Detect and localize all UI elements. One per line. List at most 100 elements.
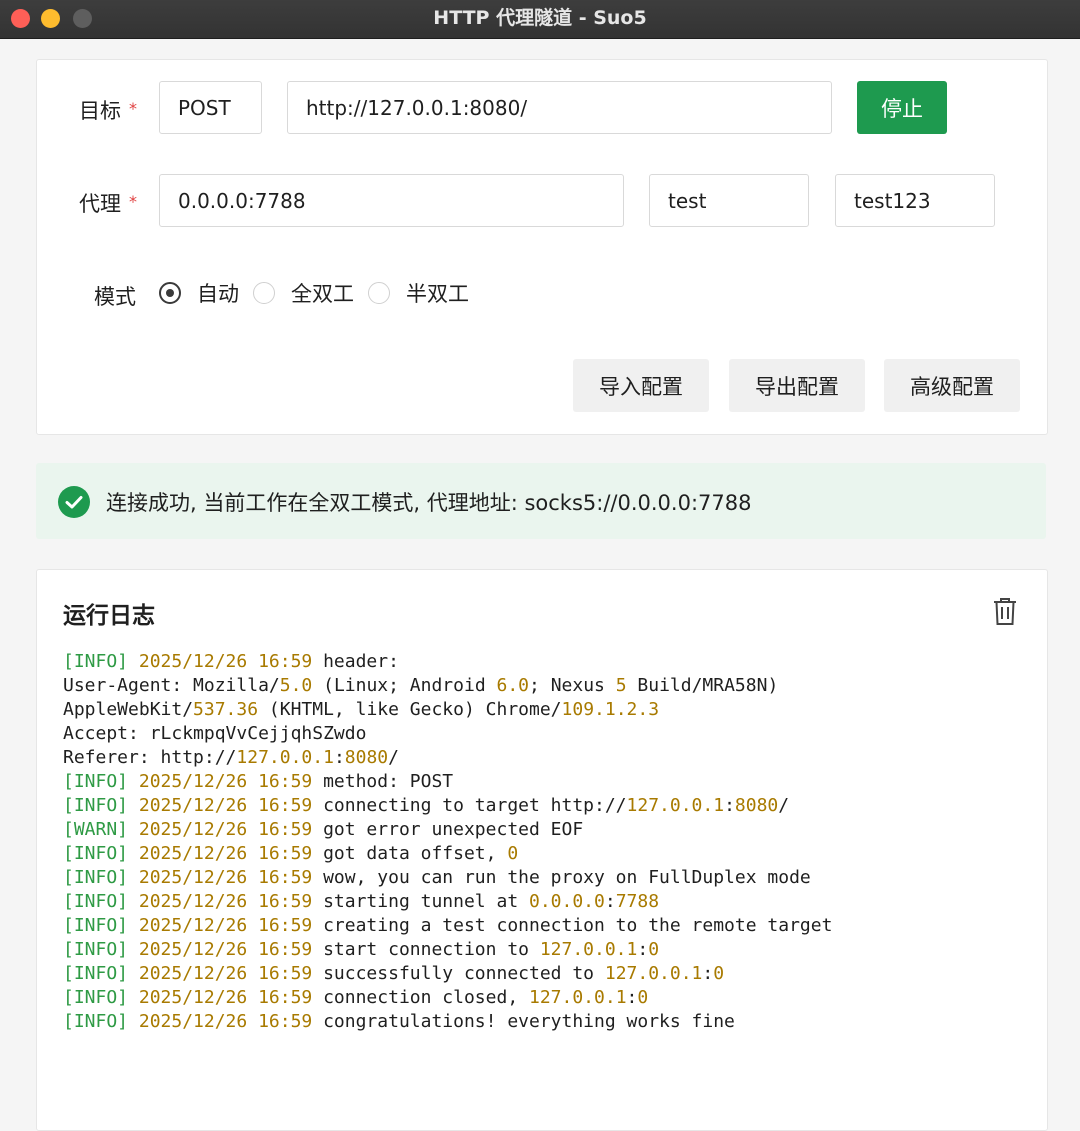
log-level: [WARN]: [63, 819, 139, 840]
log-line: [INFO] 2025/12/26 16:59 creating a test …: [63, 914, 1023, 938]
log-text: :: [604, 891, 616, 912]
log-text: congratulations! everything works fine: [312, 1011, 735, 1032]
log-output: [INFO] 2025/12/26 16:59 header: User-Agen…: [63, 650, 1023, 1034]
log-text: method: POST: [312, 771, 454, 792]
log-level: [INFO]: [63, 843, 139, 864]
radio-checked-icon[interactable]: [159, 282, 181, 304]
method-input[interactable]: [159, 81, 262, 134]
log-line: [INFO] 2025/12/26 16:59 connecting to ta…: [63, 794, 1023, 818]
log-text: 6.0: [496, 675, 530, 696]
log-line: [INFO] 2025/12/26 16:59 connection close…: [63, 986, 1023, 1010]
log-timestamp: 2025/12/26 16:59: [138, 891, 313, 912]
log-text: Accept: rLckmpqVvCejjqhSZwdo: [63, 723, 367, 744]
log-text: /: [778, 795, 790, 816]
log-timestamp: 2025/12/26 16:59: [138, 939, 313, 960]
log-timestamp: 2025/12/26 16:59: [138, 651, 313, 672]
username-input[interactable]: [649, 174, 809, 227]
mode-label: 模式: [94, 285, 136, 309]
log-timestamp: 2025/12/26 16:59: [138, 843, 313, 864]
log-level: [INFO]: [63, 867, 139, 888]
required-mark: *: [129, 99, 137, 118]
log-text: 127.0.0.1: [604, 963, 703, 984]
advanced-config-button[interactable]: 高级配置: [884, 359, 1020, 412]
log-text: ; Nexus: [529, 675, 616, 696]
log-level: [INFO]: [63, 915, 139, 936]
log-text: :: [637, 939, 649, 960]
log-line: [INFO] 2025/12/26 16:59 got data offset,…: [63, 842, 1023, 866]
main-content: 目标* 停止 代理* 模式 自动 全双工 半双工 导入配置 导出配置 高级配置: [0, 39, 1080, 1131]
log-timestamp: 2025/12/26 16:59: [138, 819, 313, 840]
log-text: 8080: [344, 747, 389, 768]
log-text: 0: [637, 987, 649, 1008]
log-text: header:: [312, 651, 399, 672]
log-text: Build/MRA58N): [626, 675, 779, 696]
log-line: Accept: rLckmpqVvCejjqhSZwdo: [63, 722, 1023, 746]
listen-address-input[interactable]: [159, 174, 624, 227]
log-text: :: [333, 747, 345, 768]
success-alert: 连接成功, 当前工作在全双工模式, 代理地址: socks5://0.0.0.0…: [36, 463, 1046, 539]
log-timestamp: 2025/12/26 16:59: [138, 867, 313, 888]
log-text: start connection to: [312, 939, 540, 960]
radio-unchecked-icon[interactable]: [368, 282, 390, 304]
log-line: [INFO] 2025/12/26 16:59 method: POST: [63, 770, 1023, 794]
log-line: [INFO] 2025/12/26 16:59 congratulations!…: [63, 1010, 1023, 1034]
log-text: 0: [648, 939, 660, 960]
log-line: [WARN] 2025/12/26 16:59 got error unexpe…: [63, 818, 1023, 842]
log-level: [INFO]: [63, 987, 139, 1008]
log-text: 5: [615, 675, 627, 696]
log-level: [INFO]: [63, 1011, 139, 1032]
log-text: 127.0.0.1: [626, 795, 725, 816]
mode-option-auto[interactable]: 自动: [159, 278, 239, 308]
log-text: 127.0.0.1: [236, 747, 334, 768]
log-text: 7788: [615, 891, 660, 912]
mode-option-half-duplex[interactable]: 半双工: [368, 278, 469, 308]
check-circle-icon: [58, 486, 90, 518]
config-panel: 目标* 停止 代理* 模式 自动 全双工 半双工 导入配置 导出配置 高级配置: [36, 59, 1048, 435]
password-input[interactable]: [835, 174, 995, 227]
proxy-label: 代理 *: [79, 192, 137, 216]
mode-option-full-duplex[interactable]: 全双工: [253, 278, 354, 308]
log-line: [INFO] 2025/12/26 16:59 successfully con…: [63, 962, 1023, 986]
log-text: 5.0: [279, 675, 313, 696]
log-line: [INFO] 2025/12/26 16:59 header:: [63, 650, 1023, 674]
window-title: HTTP 代理隧道 - Suo5: [433, 7, 647, 29]
target-url-input[interactable]: [287, 81, 832, 134]
log-text: 109.1.2.3: [561, 699, 660, 720]
log-line: [INFO] 2025/12/26 16:59 start connection…: [63, 938, 1023, 962]
log-timestamp: 2025/12/26 16:59: [138, 963, 313, 984]
export-config-button[interactable]: 导出配置: [729, 359, 865, 412]
log-text: :: [724, 795, 735, 816]
log-line: AppleWebKit/537.36 (KHTML, like Gecko) C…: [63, 698, 1023, 722]
log-level: [INFO]: [63, 651, 139, 672]
log-text: got error unexpected EOF: [312, 819, 584, 840]
log-level: [INFO]: [63, 891, 139, 912]
log-text: /: [388, 747, 399, 768]
log-text: 127.0.0.1: [539, 939, 638, 960]
log-level: [INFO]: [63, 795, 139, 816]
log-text: starting tunnel at: [312, 891, 529, 912]
radio-unchecked-icon[interactable]: [253, 282, 275, 304]
log-line: User-Agent: Mozilla/5.0 (Linux; Android …: [63, 674, 1023, 698]
log-text: 537.36: [193, 699, 259, 720]
title-bar: HTTP 代理隧道 - Suo5: [0, 0, 1080, 39]
log-text: successfully connected to: [312, 963, 605, 984]
log-text: got data offset,: [312, 843, 508, 864]
log-text: Referer: http://: [63, 747, 237, 768]
log-panel: 运行日志 [INFO] 2025/12/26 16:59 header: User…: [36, 569, 1048, 1131]
stop-button[interactable]: 停止: [857, 81, 947, 134]
log-timestamp: 2025/12/26 16:59: [138, 987, 313, 1008]
log-text: 0.0.0.0: [529, 891, 605, 912]
alert-message: 连接成功, 当前工作在全双工模式, 代理地址: socks5://0.0.0.0…: [106, 491, 752, 515]
log-text: 8080: [734, 795, 779, 816]
required-mark: *: [129, 192, 137, 211]
log-text: wow, you can run the proxy on FullDuplex…: [312, 867, 811, 888]
import-config-button[interactable]: 导入配置: [573, 359, 709, 412]
log-level: [INFO]: [63, 771, 139, 792]
log-text: 0: [507, 843, 519, 864]
log-timestamp: 2025/12/26 16:59: [138, 1011, 313, 1032]
log-text: connection closed,: [312, 987, 529, 1008]
mode-radio-group: 自动 全双工 半双工: [159, 278, 483, 308]
log-text: :: [626, 987, 638, 1008]
trash-icon[interactable]: [992, 596, 1018, 626]
log-line: [INFO] 2025/12/26 16:59 starting tunnel …: [63, 890, 1023, 914]
